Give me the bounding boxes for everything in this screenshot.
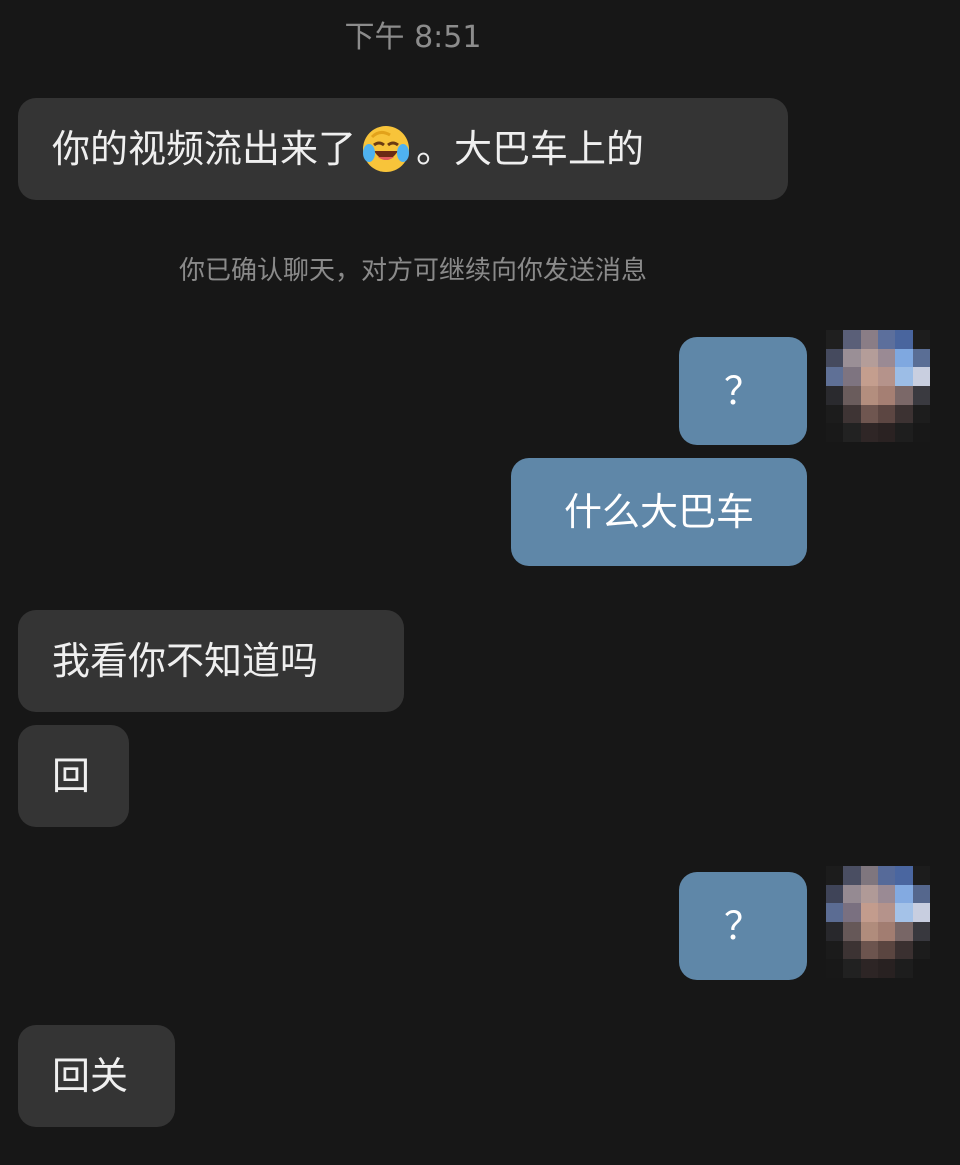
incoming-message[interactable]: 回 xyxy=(18,725,129,827)
timestamp: 下午 8:51 xyxy=(344,20,482,55)
message-text: 回关 xyxy=(52,1054,129,1098)
user-avatar[interactable] xyxy=(826,330,930,442)
message-text: 。大巴车上的 xyxy=(416,127,645,171)
message-text: 你的视频流出来了 xyxy=(52,127,357,171)
message-text: ？ xyxy=(723,369,762,413)
outgoing-message[interactable]: ？ xyxy=(679,337,807,445)
user-avatar[interactable] xyxy=(826,866,930,978)
message-text: ？ xyxy=(723,904,762,948)
outgoing-message[interactable]: ？ xyxy=(679,872,807,980)
message-text: 什么大巴车 xyxy=(563,490,754,534)
message-text: 我看你不知道吗 xyxy=(52,639,319,683)
system-notice: 你已确认聊天，对方可继续向你发送消息 xyxy=(178,256,647,286)
tears-of-joy-emoji-icon xyxy=(363,126,410,172)
incoming-message[interactable]: 我看你不知道吗 xyxy=(18,610,404,712)
message-text: 回 xyxy=(52,754,91,798)
incoming-message[interactable]: 回关 xyxy=(18,1025,175,1127)
incoming-message[interactable]: 你的视频流出来了 。大巴车上的 xyxy=(18,98,788,200)
outgoing-message[interactable]: 什么大巴车 xyxy=(511,458,807,566)
